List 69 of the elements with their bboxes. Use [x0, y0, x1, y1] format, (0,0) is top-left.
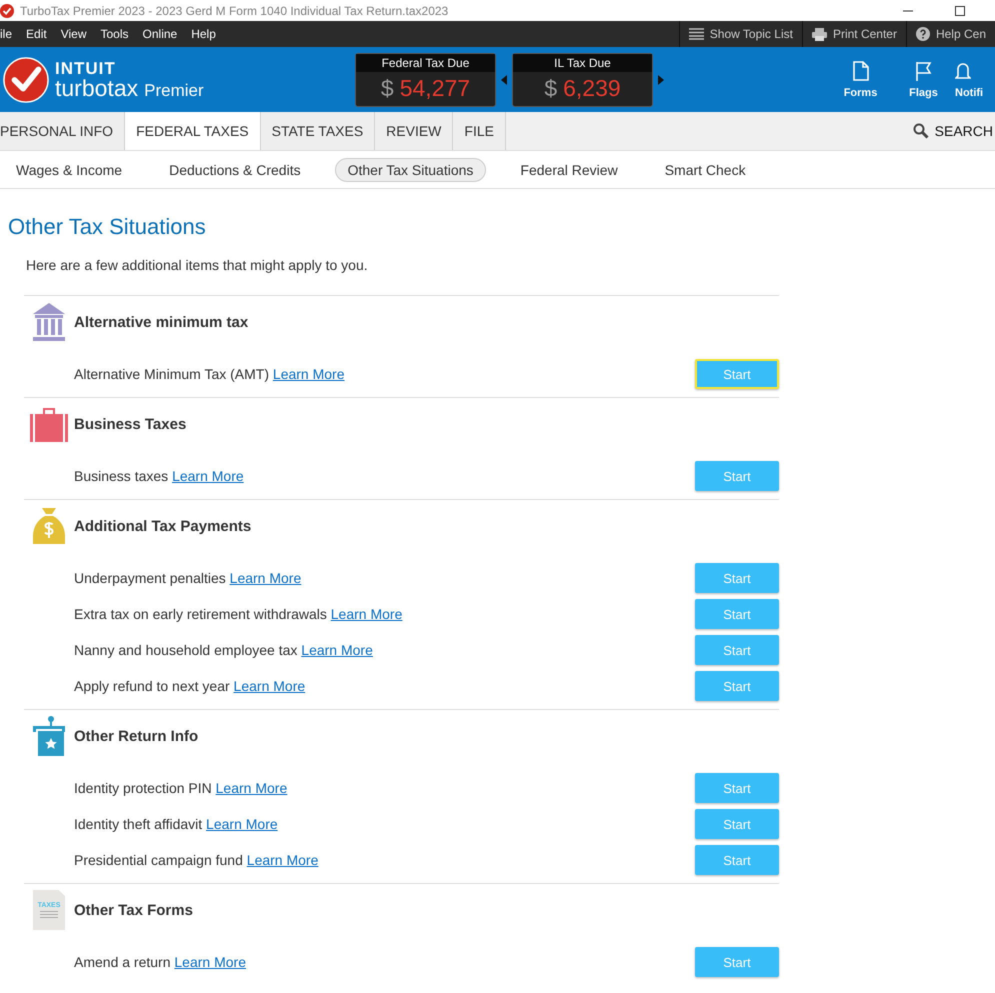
- menu-item[interactable]: Edit: [20, 27, 55, 41]
- subtab[interactable]: Deductions & Credits: [156, 158, 314, 182]
- intro-text: Here are a few additional items that might apply to you.: [26, 257, 369, 273]
- section-title: Alternative minimum tax: [74, 314, 248, 330]
- learn-more-link[interactable]: Learn More: [206, 816, 278, 832]
- money-bag-icon: [33, 508, 65, 544]
- subtab[interactable]: Federal Review: [507, 158, 631, 182]
- tax-due-amount: 54,277: [400, 75, 470, 102]
- learn-more-link[interactable]: Learn More: [230, 570, 302, 586]
- learn-more-link[interactable]: Learn More: [301, 642, 373, 658]
- right-arrow-icon[interactable]: [658, 74, 664, 84]
- learn-more-link[interactable]: Learn More: [246, 852, 318, 868]
- item-text: Underpayment penalties Learn More: [74, 570, 302, 586]
- document-icon: [852, 60, 868, 80]
- section-title: Business Taxes: [74, 416, 186, 432]
- checkmark-logo-icon: [3, 56, 49, 102]
- item-text: Presidential campaign fund Learn More: [74, 852, 318, 868]
- tax-due-amount: 6,239: [563, 75, 621, 102]
- company-name: INTUIT: [55, 60, 117, 76]
- edition-name: Premier: [144, 82, 204, 98]
- search-icon: [912, 123, 929, 139]
- learn-more-link[interactable]: Learn More: [174, 954, 246, 970]
- learn-more-link[interactable]: Learn More: [272, 366, 344, 382]
- tab[interactable]: FEDERAL TAXES: [125, 112, 261, 150]
- header-button[interactable]: Flags: [892, 60, 955, 98]
- product-name: turbotax: [55, 76, 138, 100]
- list-icon: [688, 28, 704, 40]
- item-text: Business taxes Learn More: [74, 468, 244, 484]
- page-title: Other Tax Situations: [8, 214, 207, 240]
- section-title: Other Tax Forms: [74, 902, 193, 918]
- item-text: Alternative Minimum Tax (AMT) Learn More: [74, 366, 344, 382]
- item-text: Amend a return Learn More: [74, 954, 246, 970]
- tab[interactable]: PERSONAL INFO: [0, 112, 126, 150]
- section-title: Additional Tax Payments: [74, 518, 252, 534]
- header-button[interactable]: Forms: [829, 60, 892, 98]
- header-button[interactable]: Notifi: [955, 60, 995, 98]
- menu-item[interactable]: View: [54, 27, 94, 41]
- maximize-icon[interactable]: [955, 6, 965, 16]
- bank-icon: [33, 303, 65, 341]
- ballot-box-icon: [33, 716, 65, 756]
- menu-item[interactable]: Online: [136, 27, 186, 41]
- flag-icon: [914, 60, 932, 80]
- item-text: Apply refund to next year Learn More: [74, 678, 306, 694]
- briefcase-icon: [30, 406, 68, 442]
- learn-more-link[interactable]: Learn More: [172, 468, 244, 484]
- tax-due-label: Federal Tax Due: [356, 54, 495, 72]
- help-icon: [916, 27, 930, 41]
- learn-more-link[interactable]: Learn More: [234, 678, 306, 694]
- window-title: TurboTax Premier 2023 - 2023 Gerd M Form 1040 Individual Tax Return.tax2023: [20, 4, 448, 18]
- currency-sign: $: [380, 75, 394, 102]
- section-title: Other Return Info: [74, 728, 198, 744]
- left-arrow-icon[interactable]: [501, 74, 507, 84]
- item-text: Identity theft affidavit Learn More: [74, 816, 278, 832]
- printer-icon: [812, 28, 827, 40]
- currency-sign: $: [544, 75, 558, 102]
- subtab[interactable]: Wages & Income: [3, 158, 136, 182]
- subtab[interactable]: Smart Check: [652, 158, 759, 182]
- search-button[interactable]: SEARCH: [892, 112, 995, 150]
- menu-item[interactable]: ile: [0, 27, 20, 41]
- subtab[interactable]: Other Tax Situations: [334, 158, 486, 182]
- item-text: Extra tax on early retirement withdrawals Learn More: [74, 606, 402, 622]
- learn-more-link[interactable]: Learn More: [216, 780, 288, 796]
- bell-icon: [955, 60, 971, 80]
- menu-item[interactable]: Help: [185, 27, 224, 41]
- menu-item[interactable]: Tools: [94, 27, 137, 41]
- tax-due-label: IL Tax Due: [513, 54, 652, 72]
- item-text: Identity protection PIN Learn More: [74, 780, 288, 796]
- item-text: Nanny and household employee tax Learn More: [74, 642, 373, 658]
- learn-more-link[interactable]: Learn More: [330, 606, 402, 622]
